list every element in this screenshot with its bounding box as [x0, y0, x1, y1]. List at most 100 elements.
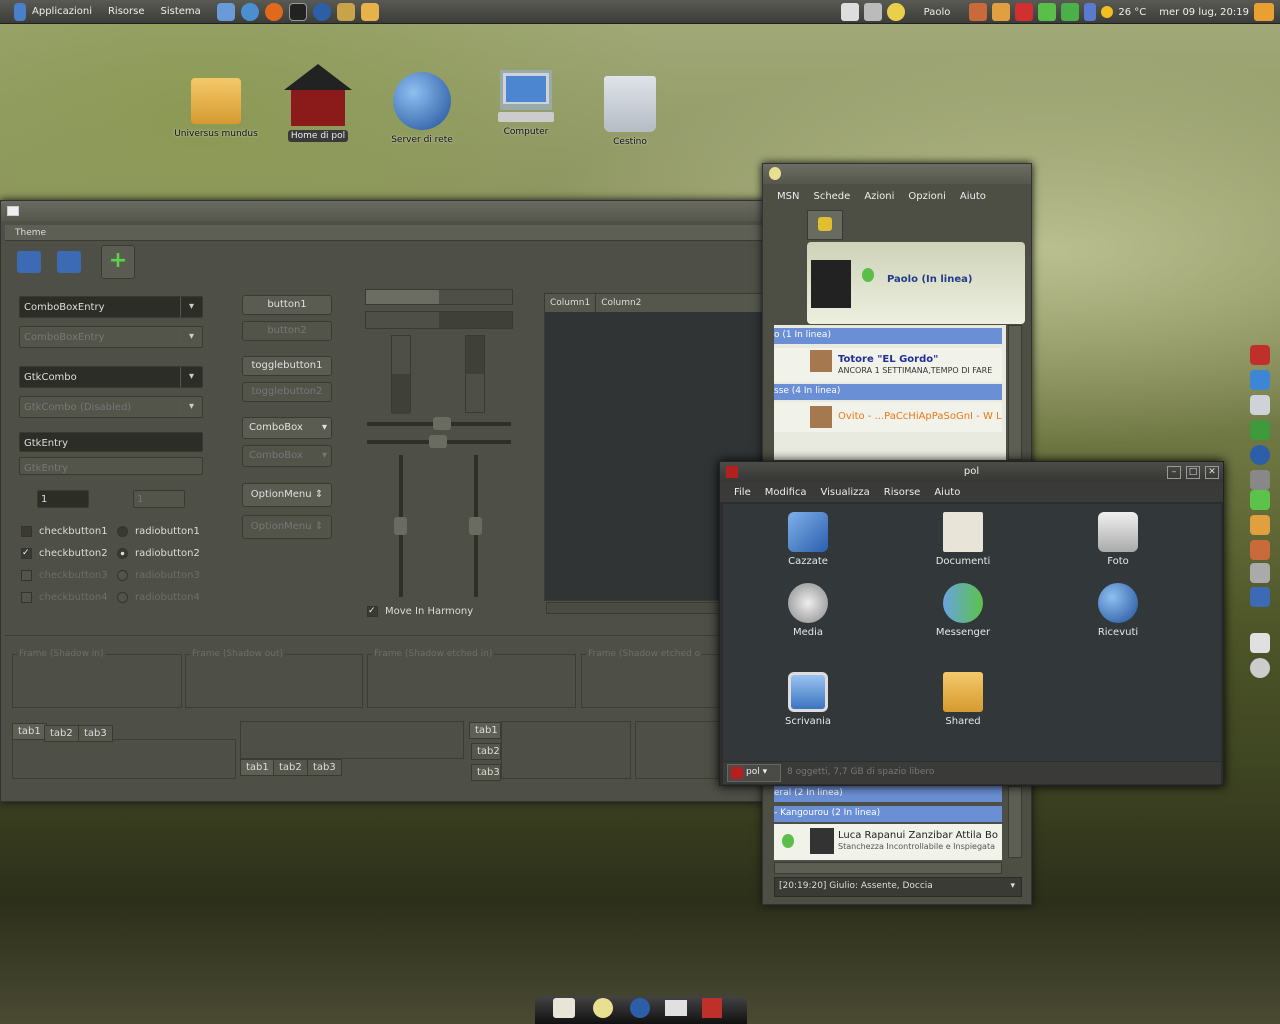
app-launcher-icon[interactable]	[1250, 370, 1270, 390]
my-status[interactable]: Paolo (In linea)	[887, 274, 972, 285]
tab3-top[interactable]: tab3	[78, 725, 113, 742]
firefox-icon[interactable]	[264, 2, 283, 21]
contact-row[interactable]: Totore "EL Gordo" ANCORA 1 SETTIMANA,TEM…	[774, 348, 1002, 382]
tab2-bottom[interactable]: tab2	[273, 759, 308, 776]
msn-status-combo[interactable]: [20:19:20] Giulio: Assente, Doccia ▾	[774, 877, 1022, 897]
globe-launcher-icon[interactable]	[1250, 445, 1270, 465]
desktop-icon-home[interactable]: Home di pol	[268, 64, 368, 142]
switch-icon[interactable]	[863, 3, 882, 21]
add-icon[interactable]: +	[101, 245, 135, 279]
msn-menu-aiuto[interactable]: Aiuto	[960, 191, 986, 202]
pol-menu-visualizza[interactable]: Visualizza	[821, 487, 870, 498]
weather[interactable]: 26 °C	[1118, 7, 1146, 18]
item-ricevuti[interactable]: Ricevuti	[1068, 583, 1168, 638]
globe-icon[interactable]	[312, 2, 331, 21]
optionmenu[interactable]: OptionMenu ⇕	[242, 483, 332, 507]
desktop-icon-computer[interactable]: Computer	[476, 70, 576, 138]
volume-icon[interactable]	[1084, 3, 1097, 21]
window-icon[interactable]	[665, 1000, 687, 1016]
checkbox-1[interactable]	[21, 526, 32, 537]
go-last-icon[interactable]	[57, 251, 81, 273]
msn-titlebar[interactable]	[763, 164, 1031, 184]
vscale-2[interactable]	[469, 455, 482, 597]
spin-button[interactable]: 1	[37, 490, 89, 508]
tab3-left[interactable]: tab3	[471, 764, 501, 781]
tool-launcher-icon[interactable]	[1250, 470, 1270, 490]
menu-risorse[interactable]: Risorse	[108, 6, 145, 17]
close-icon[interactable]: ✕	[1205, 466, 1219, 479]
column2-header[interactable]: Column2	[596, 294, 646, 312]
window-menu-icon[interactable]	[7, 206, 19, 216]
pol-menu-aiuto[interactable]: Aiuto	[934, 487, 960, 498]
icon-view[interactable]: Cazzate Documenti Foto Media Messenger R…	[723, 504, 1221, 761]
item-documenti[interactable]: Documenti	[913, 512, 1013, 567]
item-media[interactable]: Media	[758, 583, 858, 638]
tool-icon[interactable]	[969, 3, 988, 21]
folder-icon[interactable]	[360, 2, 379, 21]
pol-titlebar[interactable]: pol – □ ✕	[720, 462, 1223, 482]
maximize-icon[interactable]: □	[1186, 466, 1200, 479]
messenger-icon[interactable]	[1038, 3, 1057, 21]
package-launcher-icon[interactable]	[1250, 515, 1270, 535]
pol-menu-modifica[interactable]: Modifica	[765, 487, 807, 498]
togglebutton1[interactable]: togglebutton1	[242, 356, 332, 376]
home-launcher-icon[interactable]	[1250, 345, 1270, 365]
contact-row[interactable]: Ovito - ...PaCcHiApPaSoGnI - W L	[774, 402, 1002, 432]
users-icon[interactable]	[216, 2, 235, 21]
user-name[interactable]: Paolo	[924, 7, 951, 18]
item-messenger[interactable]: Messenger	[913, 583, 1013, 638]
minimize-icon[interactable]: –	[1167, 466, 1181, 479]
group-header-1[interactable]: o (1 In linea)	[774, 328, 1002, 344]
logout-icon[interactable]	[1254, 3, 1274, 21]
go-first-icon[interactable]	[17, 251, 41, 273]
item-shared[interactable]: Shared	[913, 672, 1013, 727]
disc-launcher-icon[interactable]	[1250, 658, 1270, 678]
pol-menu-file[interactable]: File	[734, 487, 751, 498]
contact-row[interactable]: Luca Rapanui Zanzibar Attila Bo Stanchez…	[774, 824, 1002, 860]
tab3-bottom[interactable]: tab3	[307, 759, 342, 776]
gtkentry[interactable]: GtkEntry	[19, 432, 203, 452]
radio-1[interactable]	[117, 526, 128, 537]
browser-icon[interactable]	[630, 998, 650, 1018]
video-launcher-icon[interactable]	[1250, 587, 1270, 607]
amsn-icon[interactable]	[593, 998, 613, 1018]
menu-applicazioni[interactable]: Applicazioni	[32, 6, 92, 17]
status-icon[interactable]	[886, 3, 905, 21]
computer-launcher-icon[interactable]	[1250, 395, 1270, 415]
clock[interactable]: mer 09 lug, 20:19	[1159, 7, 1249, 18]
group-header-3[interactable]: eral (2 In linea)	[774, 786, 1002, 802]
messenger-launcher-icon[interactable]	[1250, 490, 1270, 510]
hscale-2[interactable]	[367, 435, 511, 448]
msn-scrollbar-lower[interactable]	[1008, 786, 1022, 858]
tab1-left[interactable]: tab1	[469, 722, 501, 739]
msn-hscrollbar[interactable]	[774, 862, 1002, 874]
harmony-checkbox[interactable]: ✓	[367, 606, 378, 617]
menu-sistema[interactable]: Sistema	[161, 6, 201, 17]
msn-scrollbar[interactable]	[1008, 325, 1022, 460]
horizontal-scrollbar[interactable]	[546, 602, 721, 614]
gtkcombo[interactable]: GtkCombo ▾	[19, 366, 203, 388]
vscale-1[interactable]	[394, 455, 407, 597]
network-icon[interactable]	[1061, 3, 1080, 21]
msn-menu-azioni[interactable]: Azioni	[864, 191, 894, 202]
location-button[interactable]: pol ▾	[727, 764, 781, 782]
gnome-foot-icon[interactable]	[14, 2, 26, 21]
terminal-icon[interactable]	[288, 2, 307, 21]
tab1-bottom[interactable]: tab1	[240, 759, 275, 776]
desktop-icon-universus[interactable]: Universus mundus	[166, 78, 266, 140]
msn-menu-opzioni[interactable]: Opzioni	[908, 191, 945, 202]
monitor-launcher-icon[interactable]	[1250, 420, 1270, 440]
item-foto[interactable]: Foto	[1068, 512, 1168, 567]
column1-header[interactable]: Column1	[545, 294, 597, 312]
tab1-top[interactable]: tab1	[12, 723, 47, 740]
checkbox-2[interactable]: ✓	[21, 548, 32, 559]
mail-icon[interactable]	[553, 998, 575, 1018]
msn-menu-msn[interactable]: MSN	[777, 191, 799, 202]
combobox[interactable]: ComboBox ▾	[242, 417, 332, 439]
tab2-top[interactable]: tab2	[44, 725, 79, 742]
group-header-2[interactable]: sse (4 In linea)	[774, 384, 1002, 400]
hscale-1[interactable]	[367, 417, 511, 430]
button1[interactable]: button1	[242, 295, 332, 315]
package-icon[interactable]	[992, 3, 1011, 21]
item-scrivania[interactable]: Scrivania	[758, 672, 858, 727]
